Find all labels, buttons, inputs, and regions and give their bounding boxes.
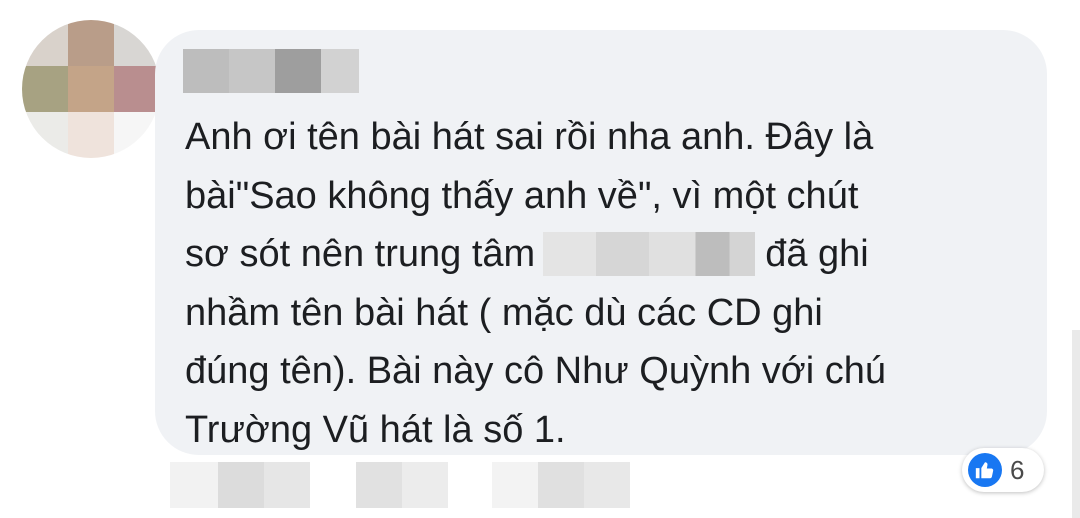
commenter-avatar[interactable] [22, 20, 160, 158]
comment-line: đúng tên). Bài này cô Như Quỳnh với chú [185, 350, 886, 392]
comment-line: sơ sót nên trung tâm [185, 233, 536, 275]
comment-line: đã ghi [765, 233, 869, 275]
comment-line: bài"Sao không thấy anh về", vì một chút [185, 174, 859, 217]
comment-text: Anh ơi tên bài hát sai rồi nha anh. Đây … [185, 108, 1025, 459]
like-icon [968, 453, 1002, 487]
comment-line: Anh ơi tên bài hát sai rồi nha anh. Đây … [185, 116, 874, 158]
like-count: 6 [1010, 454, 1025, 485]
comment-line: Trường Vũ hát là số 1. [185, 408, 566, 451]
redacted-name [543, 231, 756, 276]
comment-line: nhầm tên bài hát ( mặc dù các CD ghi [185, 291, 823, 334]
edge-divider [1072, 330, 1080, 518]
author-name-redacted[interactable] [183, 49, 359, 93]
reaction-summary[interactable]: 6 [962, 448, 1044, 492]
comment-bubble: Anh ơi tên bài hát sai rồi nha anh. Đây … [155, 30, 1047, 455]
